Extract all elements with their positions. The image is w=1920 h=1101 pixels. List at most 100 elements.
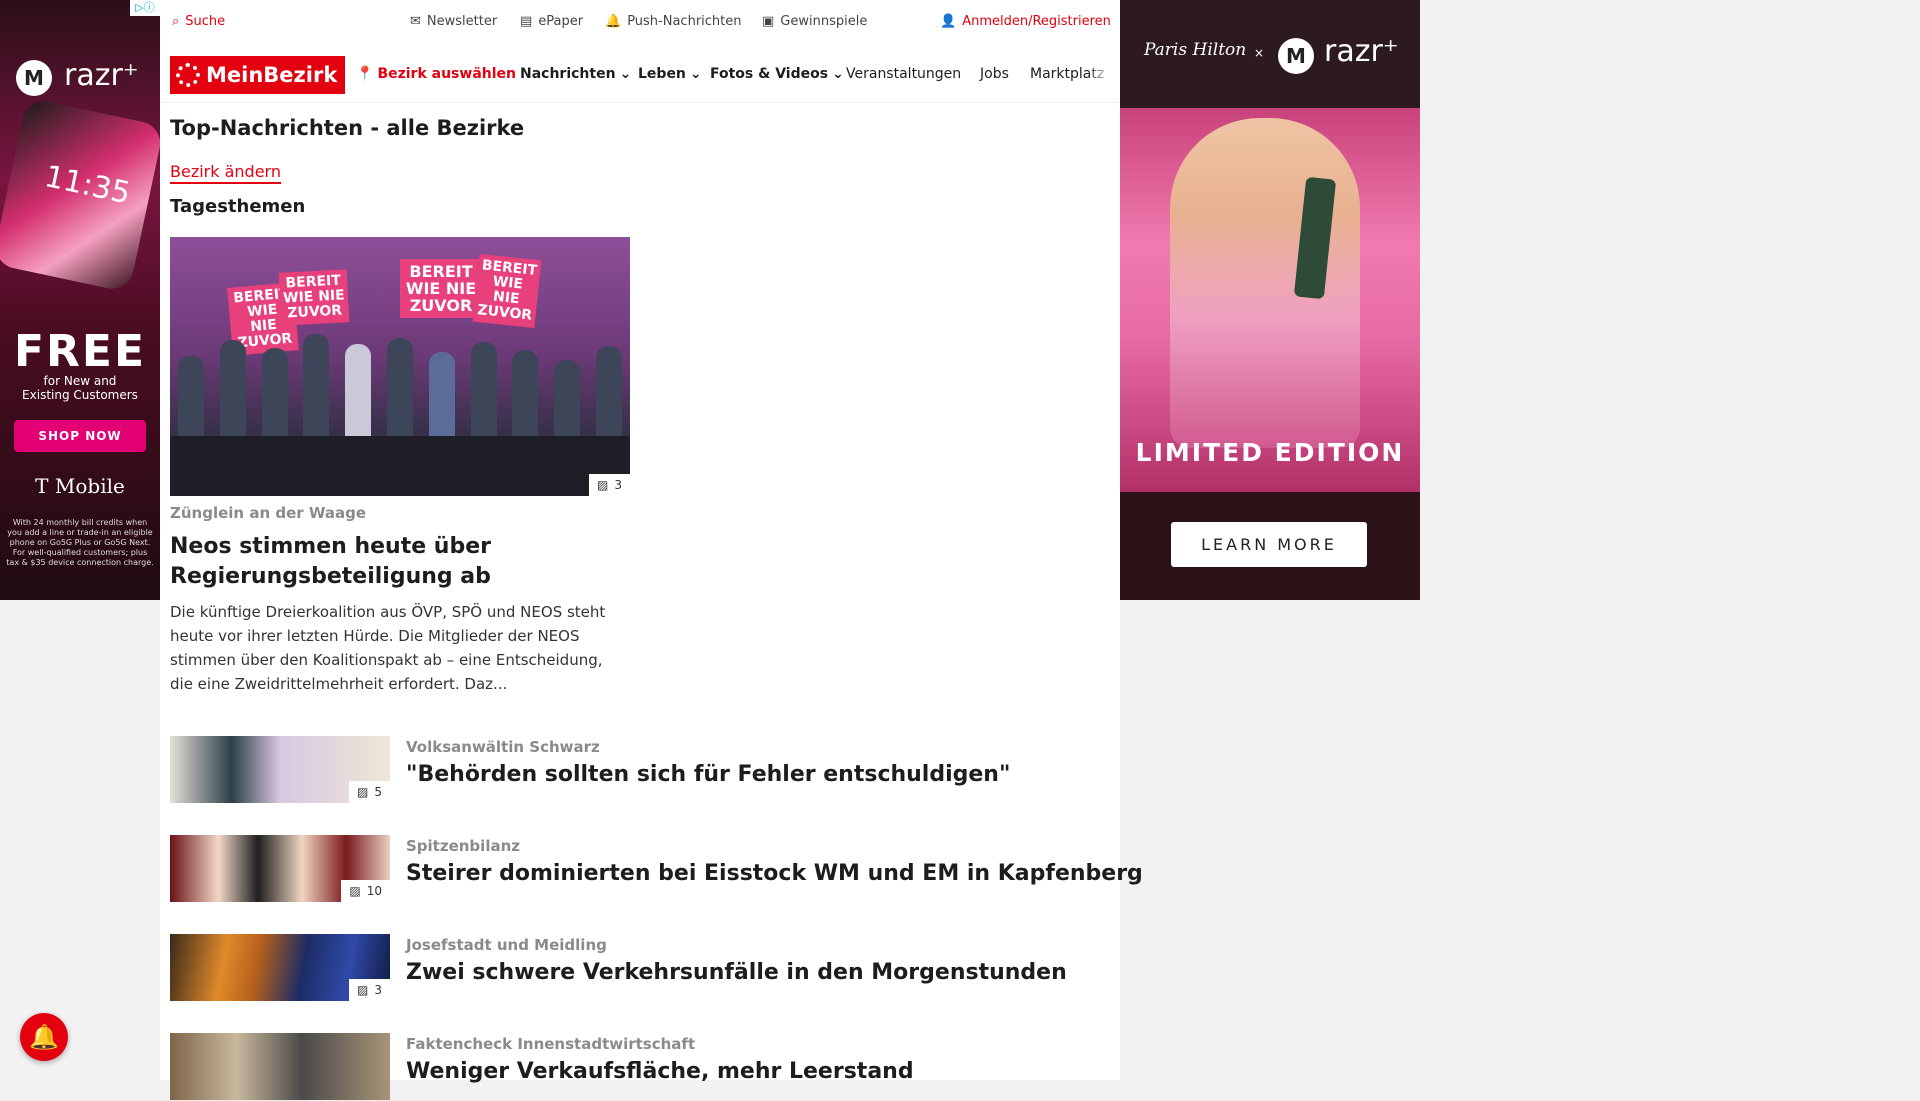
logo-sun-icon: [176, 63, 200, 87]
ad-free-text: FREE: [13, 326, 147, 377]
nav-veranstaltungen-label: Veranstaltungen: [846, 66, 962, 82]
ad-model-image: [1120, 108, 1420, 492]
hero-image[interactable]: BEREIT WIE NIE ZUVOR BEREIT WIE NIE ZUVO…: [170, 237, 630, 496]
image-count-badge: ▨ 3: [589, 474, 630, 496]
learn-more-button[interactable]: LEARN MORE: [1171, 522, 1367, 567]
epaper-link[interactable]: ▤ ePaper: [520, 14, 583, 29]
nav-leben-label: Leben: [638, 66, 686, 82]
search-icon: ⌕: [172, 14, 180, 29]
nav-leben[interactable]: Leben ⌄: [638, 66, 702, 82]
shop-now-button[interactable]: SHOP NOW: [14, 420, 146, 452]
ad-header: Paris Hilton × M razr⁺: [1120, 0, 1420, 108]
main-navigation: MeinBezirk 📍 Bezirk auswählen Nachrichten…: [160, 46, 1120, 103]
bell-icon: 🔔: [29, 1023, 59, 1051]
article-title[interactable]: Weniger Verkaufsfläche, mehr Leerstand: [406, 1059, 914, 1084]
article-kicker: Volksanwältin Schwarz: [406, 738, 600, 756]
ad-info-icon[interactable]: ▷ⓘ: [130, 0, 160, 16]
login-link[interactable]: 👤 Anmelden/Registrieren: [940, 14, 1111, 29]
article-title[interactable]: "Behörden sollten sich für Fehler entsch…: [406, 762, 1010, 787]
mail-icon: ✉: [410, 14, 421, 29]
gewinnspiele-link[interactable]: ▣ Gewinnspiele: [762, 14, 867, 29]
ad-model-figure: [1170, 118, 1360, 448]
gallery-icon: ▨: [597, 478, 609, 492]
nav-jobs-label: Jobs: [980, 66, 1009, 82]
search-label: Suche: [185, 14, 226, 29]
article-thumbnail[interactable]: ▨ 5: [170, 736, 390, 803]
hero-title[interactable]: Neos stimmen heute über Regierungsbeteil…: [170, 532, 630, 592]
image-count-badge: ▨ 10: [341, 880, 390, 902]
stage-illustration: [170, 436, 630, 496]
nav-jobs[interactable]: Jobs: [980, 66, 1009, 82]
ad-edition: LIMITED EDITION: [1135, 438, 1405, 467]
image-count: 10: [366, 884, 382, 898]
article-row[interactable]: ▨ 3 Josefstadt und Meidling Zwei schwere …: [170, 934, 1100, 1002]
crowd-illustration: [170, 326, 630, 436]
utility-bar: ⌕ Suche ✉ Newsletter ▤ ePaper 🔔 Push-Nachric…: [160, 0, 1120, 46]
newspaper-icon: ▤: [520, 14, 533, 29]
chevron-down-icon: ⌄: [619, 66, 632, 82]
push-label: Push-Nachrichten: [627, 14, 742, 29]
newsletter-link[interactable]: ✉ Newsletter: [410, 14, 497, 29]
nav-fotos-videos[interactable]: Fotos & Videos ⌄: [710, 66, 844, 82]
hero-sign: BEREIT WIE NIE ZUVOR: [278, 269, 350, 326]
gallery-icon: ▨: [349, 884, 361, 898]
gift-icon: ▣: [762, 14, 775, 29]
user-icon: 👤: [940, 14, 957, 29]
ad-disclaimer: With 24 monthly bill credits when you ad…: [6, 518, 154, 567]
article-thumbnail[interactable]: ▨ 10: [170, 835, 390, 902]
article-title[interactable]: Zwei schwere Verkehrsunfälle in den Morg…: [406, 960, 1067, 985]
hero-kicker: Zünglein an der Waage: [170, 504, 367, 522]
article-row[interactable]: ▨ 5 Volksanwältin Schwarz "Behörden sollt…: [170, 736, 1100, 804]
ad-signature: Paris Hilton: [1144, 40, 1247, 60]
gallery-icon: ▨: [357, 785, 369, 799]
hero-sign: BEREIT WIE NIE ZUVOR: [400, 259, 482, 318]
epaper-label: ePaper: [538, 14, 584, 29]
ad-advertiser: T Mobile: [35, 474, 125, 498]
section-heading: Tagesthemen: [170, 196, 306, 217]
left-advertisement[interactable]: ▷ⓘ M razr⁺ 11:35 FREE for New and Existi…: [0, 0, 160, 600]
location-pin-icon: 📍: [356, 66, 374, 82]
close-x-icon: ×: [1254, 46, 1265, 60]
article-row[interactable]: Faktencheck Innenstadtwirtschaft Weniger…: [170, 1033, 1100, 1101]
nav-nachrichten-label: Nachrichten: [520, 66, 616, 82]
image-count: 3: [614, 478, 622, 492]
site-logo[interactable]: MeinBezirk: [170, 56, 345, 94]
bezirk-select[interactable]: 📍 Bezirk auswählen: [356, 66, 516, 82]
article-row[interactable]: ▨ 10 Spitzenbilanz Steirer dominierten be…: [170, 835, 1143, 903]
article-kicker: Faktencheck Innenstadtwirtschaft: [406, 1035, 696, 1053]
ad-phone-image: 11:35: [0, 97, 160, 293]
hero-sign: BEREIT WIE NIE ZUVOR: [472, 253, 542, 329]
notification-bell-button[interactable]: 🔔: [20, 1013, 68, 1061]
main-content-column: ⌕ Suche ✉ Newsletter ▤ ePaper 🔔 Push-Nachric…: [160, 0, 1143, 1100]
image-count-badge: ▨ 5: [349, 781, 390, 803]
image-count-badge: ▨ 3: [349, 979, 390, 1001]
chevron-down-icon: ⌄: [832, 66, 844, 82]
logo-text: MeinBezirk: [206, 63, 338, 87]
article-thumbnail[interactable]: [170, 1033, 390, 1100]
image-count: 5: [374, 785, 382, 799]
article-kicker: Josefstadt und Meidling: [406, 936, 607, 954]
hero-teaser: Die künftige Dreierkoalition aus ÖVP, SP…: [170, 603, 606, 693]
chevron-down-icon: ⌄: [689, 66, 702, 82]
motorola-logo-icon: M: [16, 60, 52, 96]
right-advertisement[interactable]: ▷ⓘ Paris Hilton × M razr⁺ LIMITED EDITIO…: [1120, 0, 1420, 600]
gewinnspiele-label: Gewinnspiele: [780, 14, 868, 29]
nav-marktplatz-label: Marktplatz: [1030, 66, 1105, 82]
bezirk-label: Bezirk auswählen: [377, 66, 516, 82]
article-title[interactable]: Steirer dominierten bei Eisstock WM und …: [406, 861, 1143, 886]
push-notifications-link[interactable]: 🔔 Push-Nachrichten: [605, 14, 742, 29]
article-kicker: Spitzenbilanz: [406, 837, 520, 855]
search-link[interactable]: ⌕ Suche: [172, 14, 225, 29]
gallery-icon: ▨: [357, 983, 369, 997]
nav-veranstaltungen[interactable]: Veranstaltungen: [846, 66, 961, 82]
article-thumbnail[interactable]: ▨ 3: [170, 934, 390, 1001]
ad-brand: razr⁺: [1324, 34, 1399, 69]
bell-icon: 🔔: [605, 14, 622, 29]
change-bezirk-link[interactable]: Bezirk ändern: [170, 162, 281, 184]
motorola-logo-icon: M: [1278, 38, 1314, 74]
nav-nachrichten[interactable]: Nachrichten ⌄: [520, 66, 631, 82]
nav-marktplatz[interactable]: Marktplatz: [1030, 66, 1112, 82]
nav-fotos-label: Fotos & Videos: [710, 66, 829, 82]
newsletter-label: Newsletter: [426, 14, 498, 29]
ad-phone-time: 11:35: [41, 159, 134, 212]
